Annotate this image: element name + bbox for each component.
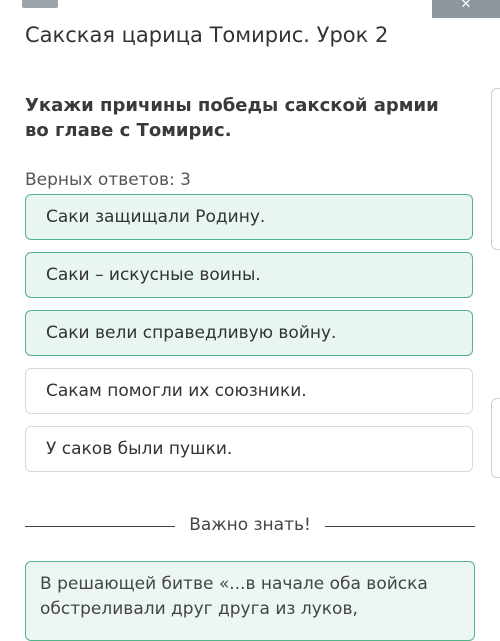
answer-label: Сакам помогли их союзники. [46, 381, 307, 401]
answer-option-2[interactable]: Саки – искусные воины. [25, 252, 473, 298]
answer-option-1[interactable]: Саки защищали Родину. [25, 194, 473, 240]
answer-label: Саки – искусные воины. [46, 265, 261, 285]
answer-label: У саков были пушки. [46, 439, 233, 459]
side-panel-tab-lower[interactable] [491, 398, 500, 478]
answer-label: Саки вели справедливую войну. [46, 323, 337, 343]
question-text: Укажи причины победы сакской армии во гл… [25, 95, 439, 141]
close-icon: ✕ [460, 0, 472, 12]
lesson-title: Сакская царица Томирис. Урок 2 [25, 23, 389, 47]
close-button[interactable]: ✕ [432, 0, 500, 18]
info-box: В решающей битве «...в начале оба войска… [25, 561, 475, 641]
side-panel-tab[interactable] [491, 88, 500, 250]
divider-label: Важно знать! [189, 515, 311, 535]
important-divider: Важно знать! [25, 515, 475, 539]
answer-option-3[interactable]: Саки вели справедливую войну. [25, 310, 473, 356]
answer-label: Саки защищали Родину. [46, 207, 266, 227]
divider-line-right [325, 526, 475, 527]
answer-option-5[interactable]: У саков были пушки. [25, 426, 473, 472]
correct-answers-count: Верных ответов: 3 [25, 170, 191, 190]
back-button[interactable] [22, 0, 58, 8]
answer-option-4[interactable]: Сакам помогли их союзники. [25, 368, 473, 414]
info-text: В решающей битве «...в начале оба войска… [40, 574, 428, 619]
